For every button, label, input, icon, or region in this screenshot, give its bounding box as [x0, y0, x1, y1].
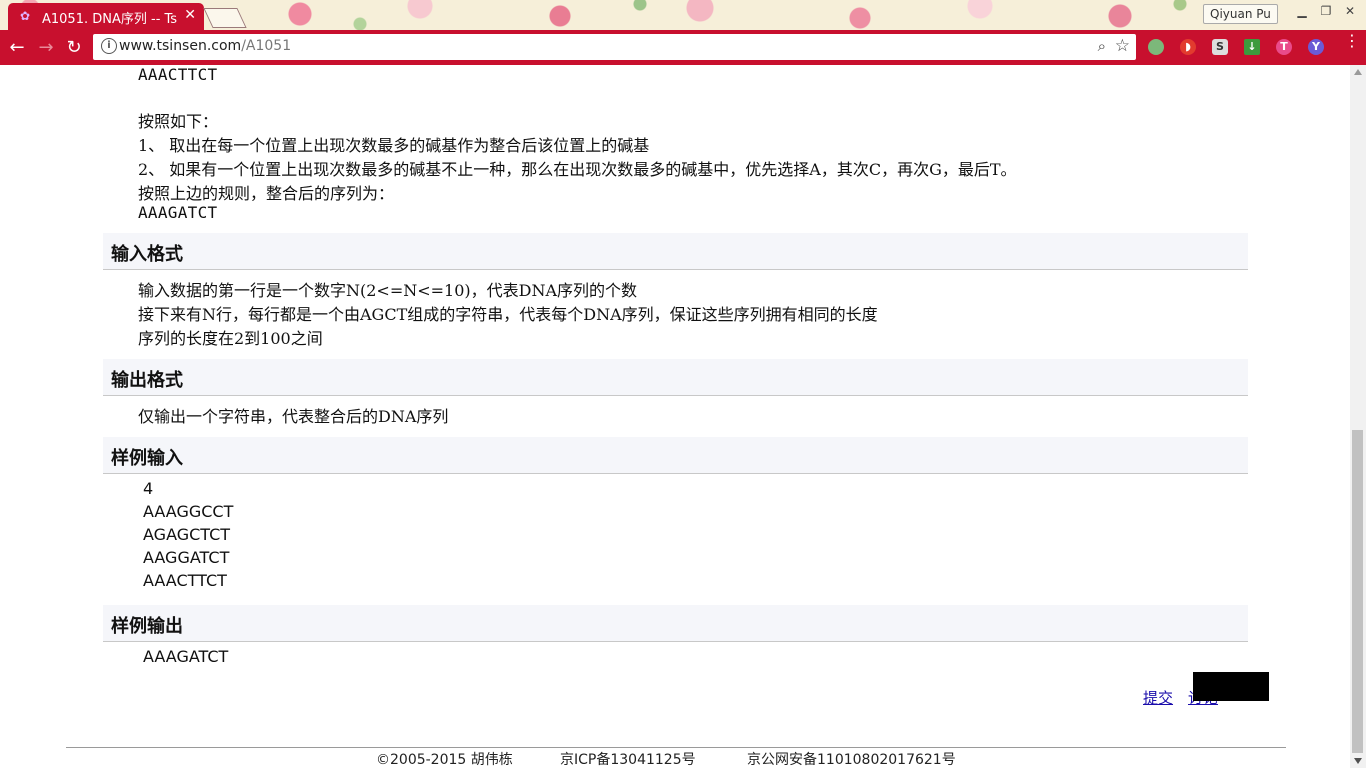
sample-output-heading: 样例输出 [111, 616, 183, 637]
extension-translate-icon[interactable]: T [1276, 39, 1292, 55]
zoom-icon[interactable]: ⌕ [1098, 37, 1106, 55]
output-format-heading: 输出格式 [111, 370, 183, 391]
sample-output-line: AAAGATCT [143, 647, 229, 666]
sample-input-line: AAAGGCCT [143, 502, 234, 521]
rule-result: AAAGATCT [138, 203, 218, 222]
tab-close-icon[interactable]: ✕ [184, 7, 196, 23]
back-arrow-icon[interactable]: ← [6, 37, 28, 59]
input-format-header: 输入格式 [103, 233, 1248, 270]
tab-title: A1051. DNA序列 -- Ts [42, 12, 178, 27]
extension-shield-icon[interactable]: ◗ [1180, 39, 1196, 55]
forward-arrow-icon[interactable]: → [35, 37, 57, 59]
page-scrollbar[interactable] [1350, 65, 1366, 768]
window-close-icon[interactable]: ✕ [1338, 2, 1362, 20]
output-format-header: 输出格式 [103, 359, 1248, 396]
site-info-icon[interactable]: i [101, 38, 117, 54]
url-path: /A1051 [241, 38, 292, 54]
sample-input-heading: 样例输入 [111, 448, 183, 469]
url-text[interactable]: www.tsinsen.com/A1051 [119, 38, 291, 54]
rule-item-2: 2、 如果有一个位置上出现次数最多的碱基不止一种，那么在出现次数最多的碱基中，优… [138, 160, 1017, 179]
sample-input-line: AAACTTCT [143, 571, 227, 590]
profile-button[interactable]: Qiyuan Pu [1203, 4, 1278, 24]
extension-s-icon[interactable]: S [1212, 39, 1228, 55]
rule-intro: 按照如下： [138, 112, 219, 131]
new-tab-button[interactable] [203, 8, 247, 28]
scrollbar-thumb[interactable] [1352, 430, 1363, 753]
extension-y-icon[interactable]: Y [1308, 39, 1324, 55]
site-favicon-icon: ✿ [20, 9, 31, 23]
browser-tab[interactable]: ✿ A1051. DNA序列 -- Ts ✕ [8, 3, 204, 30]
input-format-line: 输入数据的第一行是一个数字N(2<=N<=10)，代表DNA序列的个数 [138, 281, 638, 300]
footer-police-record[interactable]: 京公网安备11010802017621号 [747, 749, 956, 768]
reload-icon[interactable]: ↻ [63, 37, 85, 59]
url-host: www.tsinsen.com [119, 38, 242, 54]
output-format-line: 仅输出一个字符串，代表整合后的DNA序列 [138, 407, 449, 426]
redacted-block [1193, 672, 1269, 701]
sample-input-line: AGAGCTCT [143, 525, 231, 544]
sample-input-line: 4 [143, 479, 154, 498]
maximize-icon[interactable]: ❐ [1314, 2, 1338, 20]
minimize-icon[interactable]: ▁ [1290, 2, 1314, 20]
input-format-heading: 输入格式 [111, 244, 183, 265]
sample-input-line: AAGGATCT [143, 548, 230, 567]
extension-green-icon[interactable] [1148, 39, 1164, 55]
bookmark-star-icon[interactable]: ☆ [1115, 36, 1130, 56]
rule-item-1: 1、 取出在每一个位置上出现次数最多的碱基作为整合后该位置上的碱基 [138, 136, 650, 155]
footer-copyright: ©2005-2015 胡伟栋 [376, 752, 513, 768]
submit-link[interactable]: 提交 [1143, 687, 1173, 708]
sample-input-header: 样例输入 [103, 437, 1248, 474]
browser-tab-strip: ✿ A1051. DNA序列 -- Ts ✕ Qiyuan Pu ▁ ❐ ✕ [0, 0, 1366, 30]
input-format-line: 接下来有N行，每行都是一个由AGCT组成的字符串，代表每个DNA序列，保证这些序… [138, 305, 878, 324]
browser-toolbar: ← → ↻ i www.tsinsen.com/A1051 ⌕ ☆ ◗ S ↓ … [0, 30, 1366, 65]
input-format-line: 序列的长度在2到100之间 [138, 329, 323, 348]
rule-result-intro: 按照上边的规则，整合后的序列为： [138, 184, 395, 203]
sample-output-header: 样例输出 [103, 605, 1248, 642]
scroll-down-icon[interactable] [1354, 758, 1362, 764]
sequence-fragment: AAACTTCT [138, 65, 218, 84]
extension-download-icon[interactable]: ↓ [1244, 39, 1260, 55]
footer-divider [66, 747, 1286, 748]
footer-icp[interactable]: 京ICP备13041125号 [560, 749, 696, 768]
page-content: AAACTTCT 按照如下： 1、 取出在每一个位置上出现次数最多的碱基作为整合… [0, 65, 1350, 768]
scroll-up-icon[interactable] [1354, 69, 1362, 75]
browser-menu-icon[interactable]: ⋮ [1344, 33, 1360, 49]
address-bar[interactable]: i www.tsinsen.com/A1051 ⌕ ☆ [93, 34, 1136, 60]
